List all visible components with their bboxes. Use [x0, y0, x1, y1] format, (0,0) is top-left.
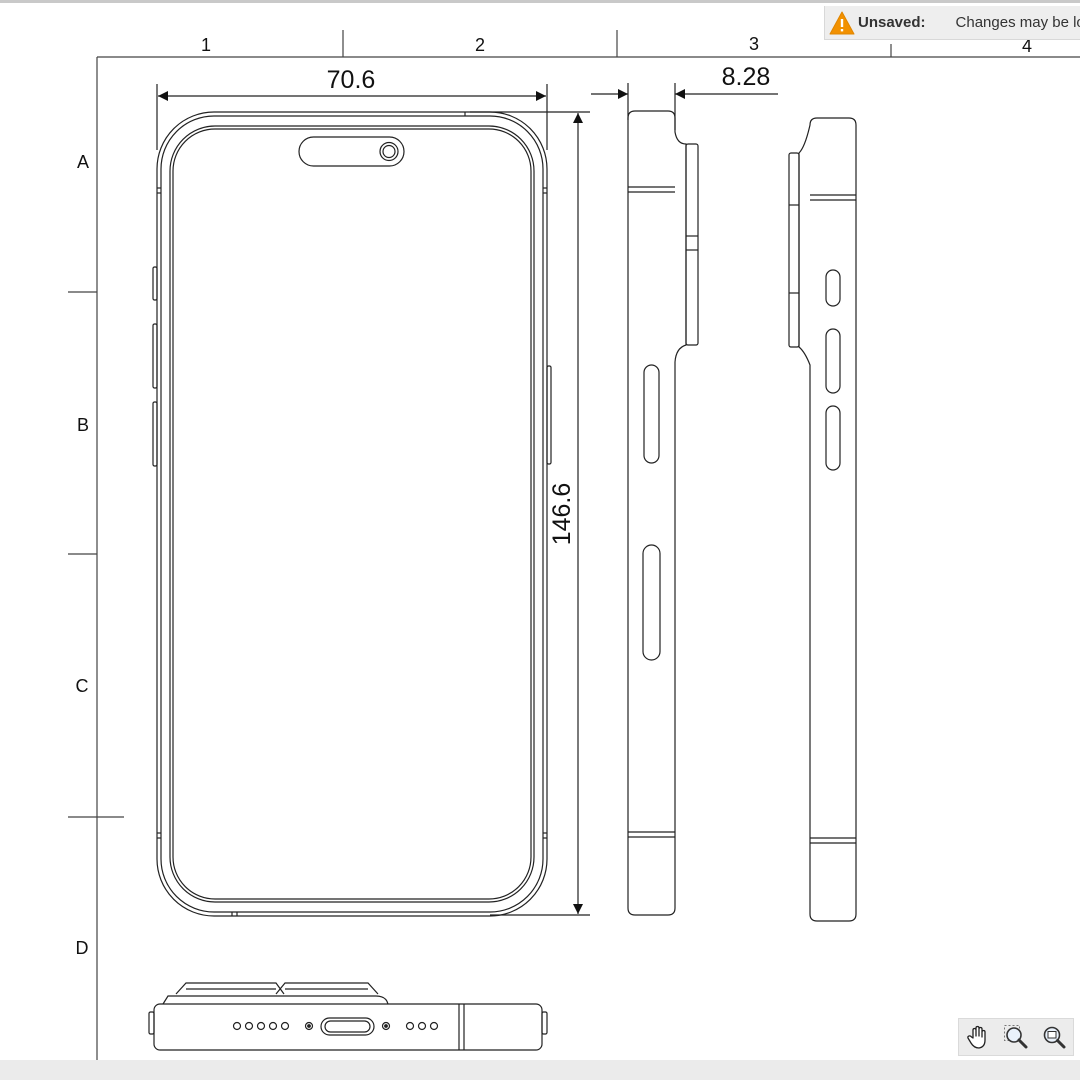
camera-bump [788, 152, 800, 348]
viewer-toolbar [958, 1018, 1074, 1056]
phone-bottom-view [148, 982, 548, 1051]
unsaved-notice-title: Unsaved: [858, 14, 926, 31]
dynamic-island [298, 136, 405, 167]
unsaved-notice-message: Changes may be lost [955, 14, 1080, 31]
side-button [825, 328, 841, 394]
warning-icon [829, 6, 855, 39]
grid-col-label-2: 2 [475, 35, 485, 55]
bottom-status-bar [0, 1060, 1080, 1080]
side-button [643, 364, 660, 464]
zoom-fit-tool-button[interactable] [1039, 1022, 1069, 1052]
phone-front-view [152, 111, 552, 917]
hand-icon [967, 1025, 986, 1049]
width-dimension-label: 70.6 [327, 66, 376, 94]
thickness-dimension-label: 8.28 [722, 63, 771, 91]
phone-side-view-right [788, 117, 857, 922]
grid-row-label-d: D [76, 938, 89, 958]
unsaved-notice: Unsaved: Changes may be lost [824, 6, 1080, 40]
grid-col-label-3: 3 [749, 34, 759, 54]
zoom-tool-button[interactable] [1001, 1022, 1031, 1052]
magnifier-icon [1004, 1025, 1028, 1049]
grid-row-label-b: B [77, 415, 89, 435]
technical-drawing[interactable]: 1 2 3 4 A B C D 70.6 146.6 8.28 [0, 0, 1080, 1080]
height-dimension-label: 146.6 [548, 483, 576, 546]
side-button [825, 405, 841, 471]
grid-row-label-c: C [76, 676, 89, 696]
magnifier-window-icon [1043, 1026, 1066, 1049]
grid-row-label-a: A [77, 152, 89, 172]
side-button [642, 544, 661, 661]
grid-col-label-1: 1 [201, 35, 211, 55]
camera-bump [685, 143, 699, 346]
phone-side-view-left [627, 110, 699, 916]
pan-tool-button[interactable] [963, 1022, 993, 1052]
side-button [825, 269, 841, 307]
